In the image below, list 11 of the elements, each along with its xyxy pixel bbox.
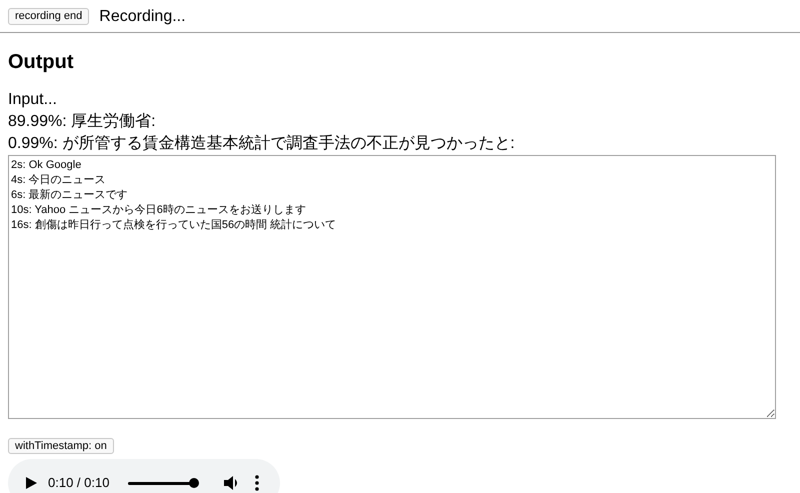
play-button[interactable] [24,476,38,490]
transcript-field[interactable]: 2s: Ok Google 4s: 今日のニュース 6s: 最新のニュースです 10s: Yahoo ニュースから今日6時のニュースをお送りします 16s: 創傷は昨日行って点検を行っていた国56の時間 統計について [8,155,776,419]
recording-end-button[interactable]: recording end [8,8,90,25]
output-heading: Output [7,50,75,74]
recording-status: Recording... [99,6,186,26]
result-line: Input... [8,90,58,110]
result-line: 0.99%: が所管する賃金構造基本統計で調査手法の不正が見つかったと: [8,134,516,154]
playback-time: 0:10 / 0:10 [48,474,110,492]
result-line: 89.99%: 厚生労働省: [8,112,157,132]
more-options-button[interactable] [255,475,260,491]
timestamp-toggle-button[interactable]: withTimestamp: on [8,438,114,454]
